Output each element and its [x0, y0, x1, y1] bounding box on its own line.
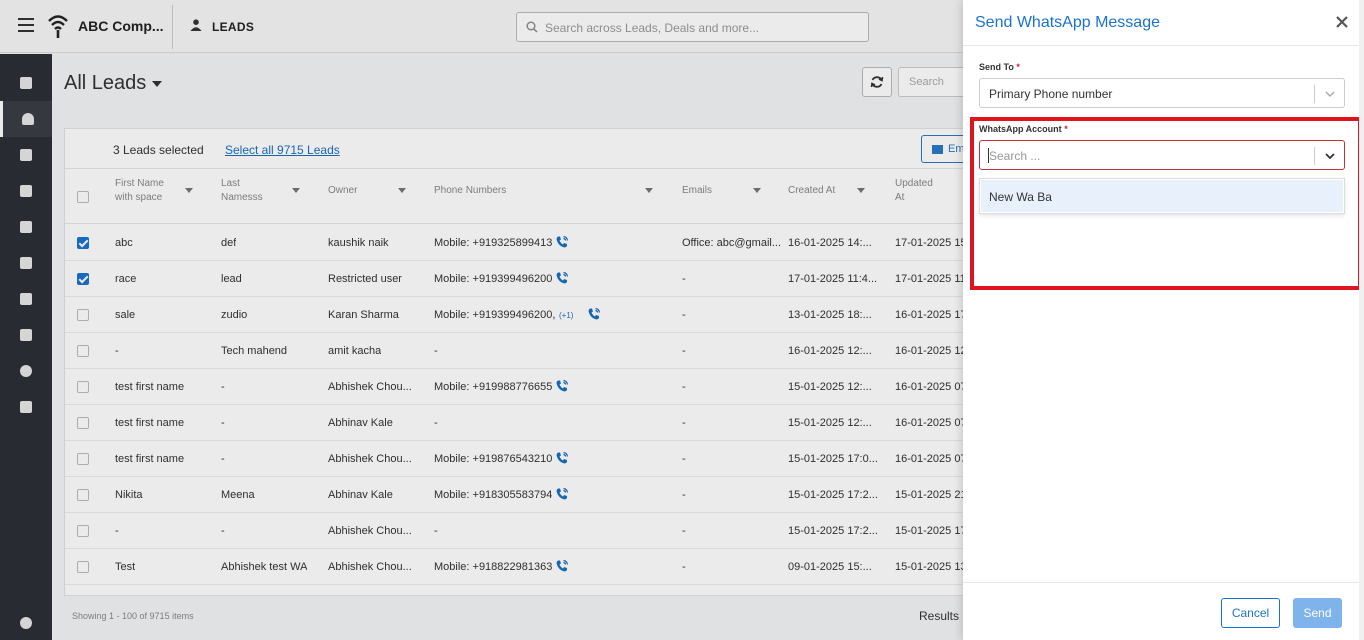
panel-header: Send WhatsApp Message — [963, 0, 1364, 46]
send-to-value: Primary Phone number — [989, 87, 1113, 101]
send-button[interactable]: Send — [1293, 598, 1342, 628]
send-to-select[interactable]: Primary Phone number — [979, 78, 1345, 108]
cancel-button[interactable]: Cancel — [1221, 598, 1280, 628]
send-to-label: Send To * — [979, 62, 1020, 72]
panel-footer-divider — [963, 582, 1364, 583]
modal-backdrop[interactable] — [0, 0, 963, 640]
panel-title: Send WhatsApp Message — [975, 14, 1160, 31]
send-whatsapp-panel: Send WhatsApp Message Send To * Primary … — [963, 0, 1364, 640]
divider — [1314, 85, 1315, 103]
chevron-down-icon[interactable] — [1324, 88, 1336, 100]
close-icon[interactable] — [1333, 13, 1351, 31]
scrollbar[interactable] — [1359, 0, 1364, 640]
highlight-annotation — [970, 117, 1362, 290]
